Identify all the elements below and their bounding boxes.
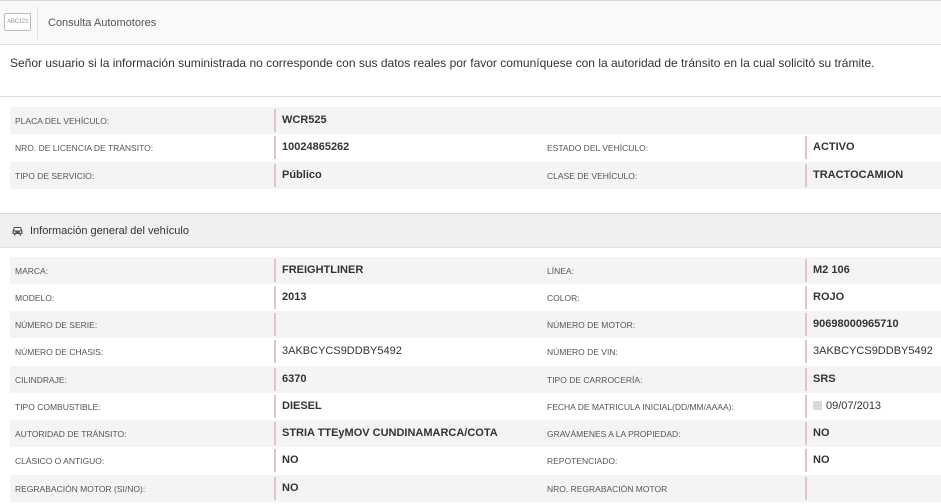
field-value: Público	[274, 164, 322, 187]
field-value: 2013	[274, 286, 306, 309]
info-row: AUTORIDAD DE TRÁNSITO: STRIA TTEyMOV CUN…	[10, 420, 941, 447]
app-title: Consulta Automotores	[48, 17, 157, 29]
info-row: REGRABACIÓN MOTOR (SI/NO): NO NRO. REGRA…	[10, 475, 941, 502]
field-value: 10024865262	[274, 136, 349, 159]
field-label: COLOR:	[547, 293, 580, 303]
info-row: NÚMERO DE SERIE: NÚMERO DE MOTOR: 906980…	[10, 311, 941, 338]
field-value: 3AKBCYCS9DDBY5492	[274, 340, 402, 363]
calendar-icon	[813, 401, 822, 410]
field-label: CLÁSICO O ANTIGUO:	[15, 456, 105, 466]
field-value: DIESEL	[274, 395, 322, 418]
field-label: TIPO DE CARROCERÍA:	[547, 375, 643, 385]
field-value: 6370	[274, 368, 306, 391]
field-value	[274, 313, 282, 336]
info-row: MARCA: FREIGHTLINER LÍNEA: M2 106	[10, 257, 941, 284]
field-label: NÚMERO DE CHASIS:	[15, 347, 104, 357]
field-label: TIPO COMBUSTIBLE:	[15, 402, 101, 412]
field-value: 3AKBCYCS9DDBY5492	[805, 340, 933, 363]
field-label: ESTADO DEL VEHÍCULO:	[547, 143, 649, 153]
field-label: REPOTENCIADO:	[547, 456, 618, 466]
field-value: 09/07/2013	[826, 400, 882, 412]
field-label: AUTORIDAD DE TRÁNSITO:	[15, 429, 127, 439]
field-value: TRACTOCAMION	[805, 164, 903, 187]
field-label: MARCA:	[15, 266, 49, 276]
field-label: CILINDRAJE:	[15, 375, 67, 385]
field-label: TIPO DE SERVICIO:	[15, 171, 95, 181]
field-label: NRO. REGRABACIÓN MOTOR	[547, 484, 668, 494]
car-icon	[12, 227, 23, 236]
field-value	[805, 477, 813, 500]
info-row: CILINDRAJE: 6370 TIPO DE CARROCERÍA: SRS	[10, 366, 941, 393]
field-value: NO	[274, 477, 299, 500]
summary-row-plate: PLACA DEL VEHÍCULO: WCR525	[10, 107, 941, 134]
info-row: TIPO COMBUSTIBLE: DIESEL FECHA DE MATRIC…	[10, 393, 941, 420]
info-row: MODELO: 2013 COLOR: ROJO	[10, 284, 941, 311]
field-value: WCR525	[274, 109, 327, 132]
section-title: Información general del vehículo	[30, 225, 189, 237]
field-label: REGRABACIÓN MOTOR (SI/NO):	[15, 484, 146, 494]
date-field: 09/07/2013	[805, 395, 881, 418]
field-value: NO	[805, 422, 830, 445]
field-label: NÚMERO DE MOTOR:	[547, 320, 636, 330]
field-value: ACTIVO	[805, 136, 855, 159]
top-bar: ABC123 Consulta Automotores	[0, 0, 941, 45]
field-label: LÍNEA:	[547, 266, 574, 276]
field-label: NÚMERO DE VIN:	[547, 347, 618, 357]
field-value: M2 106	[805, 259, 850, 282]
info-row: CLÁSICO O ANTIGUO: NO REPOTENCIADO: NO	[10, 447, 941, 474]
field-value: ROJO	[805, 286, 844, 309]
field-label: FECHA DE MATRICULA INICIAL(DD/MM/AAAA):	[547, 402, 734, 412]
divider	[0, 96, 941, 97]
section-header: Información general del vehículo	[0, 213, 941, 248]
field-value: NO	[805, 449, 830, 472]
field-value: SRS	[805, 368, 836, 391]
field-label: MODELO:	[15, 293, 55, 303]
field-label: CLASE DE VEHÍCULO:	[547, 171, 638, 181]
info-row: NÚMERO DE CHASIS: 3AKBCYCS9DDBY5492 NÚME…	[10, 338, 941, 365]
summary-row-service: TIPO DE SERVICIO: Público CLASE DE VEHÍC…	[10, 162, 941, 189]
logo-divider	[37, 7, 38, 39]
summary-row-license: NRO. DE LICENCIA DE TRÁNSITO: 1002486526…	[10, 134, 941, 161]
field-label: PLACA DEL VEHÍCULO:	[15, 116, 110, 126]
notice-message: Señor usuario si la información suminist…	[10, 56, 875, 70]
field-label: GRAVÁMENES A LA PROPIEDAD:	[547, 429, 681, 439]
field-label: NRO. DE LICENCIA DE TRÁNSITO:	[15, 143, 154, 153]
field-label: NÚMERO DE SERIE:	[15, 320, 98, 330]
field-value: STRIA TTEyMOV CUNDINAMARCA/COTA	[274, 422, 498, 445]
field-value: NO	[274, 449, 299, 472]
app-logo: ABC123	[4, 13, 31, 31]
field-value: 90698000965710	[805, 313, 899, 336]
field-value: FREIGHTLINER	[274, 259, 363, 282]
